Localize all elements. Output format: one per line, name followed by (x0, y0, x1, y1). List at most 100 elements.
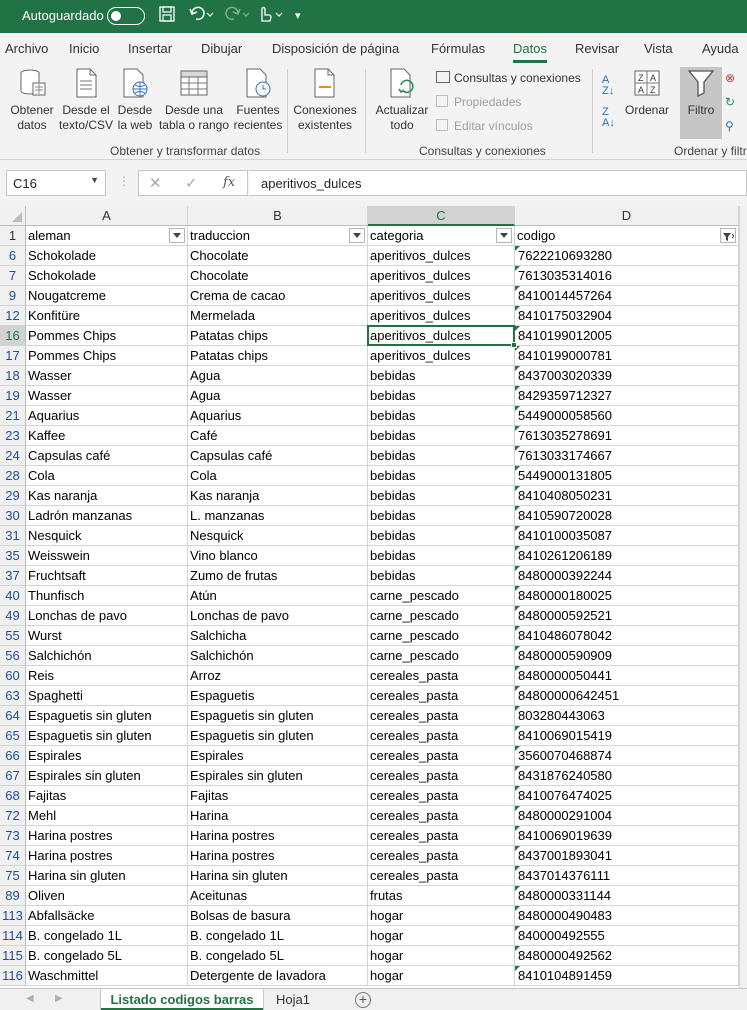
cell-codigo[interactable]: 8480000592521 (515, 606, 739, 626)
cell-aleman[interactable]: Harina postres (26, 846, 188, 866)
cell-categoria[interactable]: bebidas (368, 386, 515, 406)
cell-codigo[interactable]: 8410261206189 (515, 546, 739, 566)
cell-traduccion[interactable]: Aquarius (188, 406, 368, 426)
next-sheet-icon[interactable]: ▶ (55, 993, 63, 1004)
cell-categoria[interactable]: hogar (368, 926, 515, 946)
sheet-tab-listado[interactable]: Listado codigos barras (101, 989, 263, 1010)
cell-aleman[interactable]: Espaguetis sin gluten (26, 726, 188, 746)
filter-active-icon[interactable] (720, 228, 736, 243)
tab-revisar[interactable]: Revisar (575, 41, 619, 56)
row-number[interactable]: 40 (0, 586, 26, 606)
cell-categoria[interactable]: carne_pescado (368, 646, 515, 666)
cell-codigo[interactable]: 8437001893041 (515, 846, 739, 866)
cell-traduccion[interactable]: Chocolate (188, 246, 368, 266)
cell-aleman[interactable]: Fruchtsaft (26, 566, 188, 586)
cell-traduccion[interactable]: Cola (188, 466, 368, 486)
sheet-tab-hoja1[interactable]: Hoja1 (265, 989, 321, 1010)
sort-button[interactable]: ZAAZ Ordenar (624, 67, 670, 118)
tab-datos[interactable]: Datos (513, 41, 547, 63)
tab-inicio[interactable]: Inicio (69, 41, 99, 56)
tab-archivo[interactable]: Archivo (5, 41, 48, 56)
recent-sources-button[interactable]: Fuentes recientes (232, 67, 284, 133)
cell-codigo[interactable]: 5449000131805 (515, 466, 739, 486)
cell-codigo[interactable]: 8410069015419 (515, 726, 739, 746)
cell-codigo[interactable]: 803280443063 (515, 706, 739, 726)
row-number[interactable]: 19 (0, 386, 26, 406)
filter-dropdown-icon[interactable] (349, 228, 365, 243)
row-number[interactable]: 116 (0, 966, 26, 986)
cell-categoria[interactable]: bebidas (368, 406, 515, 426)
cell-traduccion[interactable]: Salchicha (188, 626, 368, 646)
header-cell-codigo[interactable]: codigo (515, 226, 739, 246)
tab-vista[interactable]: Vista (644, 41, 673, 56)
cell-aleman[interactable]: Capsulas café (26, 446, 188, 466)
sort-az-icon[interactable]: A Z↓ (602, 75, 614, 97)
cell-categoria[interactable]: cereales_pasta (368, 786, 515, 806)
from-table-button[interactable]: Desde una tabla o rango (157, 67, 231, 133)
cell-categoria[interactable]: cereales_pasta (368, 706, 515, 726)
row-number[interactable]: 66 (0, 746, 26, 766)
vertical-scrollbar[interactable] (739, 206, 747, 988)
filter-dropdown-icon[interactable] (169, 228, 185, 243)
cell-traduccion[interactable]: L. manzanas (188, 506, 368, 526)
cell-traduccion[interactable]: Kas naranja (188, 486, 368, 506)
cell-codigo[interactable]: 8480000180025 (515, 586, 739, 606)
cell-aleman[interactable]: Espaguetis sin gluten (26, 706, 188, 726)
cell-codigo[interactable]: 8410199000781 (515, 346, 739, 366)
cell-aleman[interactable]: B. congelado 1L (26, 926, 188, 946)
row-number[interactable]: 35 (0, 546, 26, 566)
cell-categoria[interactable]: carne_pescado (368, 626, 515, 646)
row-number[interactable]: 37 (0, 566, 26, 586)
cell-aleman[interactable]: Thunfisch (26, 586, 188, 606)
cell-codigo[interactable]: 8480000331144 (515, 886, 739, 906)
from-text-button[interactable]: Desde el texto/CSV (58, 67, 114, 133)
cell-codigo[interactable]: 8480000590909 (515, 646, 739, 666)
touch-mode-icon[interactable] (256, 5, 284, 30)
cell-aleman[interactable]: Pommes Chips (26, 346, 188, 366)
row-number[interactable]: 89 (0, 886, 26, 906)
row-number[interactable]: 12 (0, 306, 26, 326)
cell-aleman[interactable]: Wasser (26, 386, 188, 406)
row-number[interactable]: 75 (0, 866, 26, 886)
cell-aleman[interactable]: Harina sin gluten (26, 866, 188, 886)
cell-aleman[interactable]: B. congelado 5L (26, 946, 188, 966)
insert-function-icon[interactable]: fx (223, 175, 235, 190)
save-icon[interactable] (158, 5, 176, 30)
autosave-toggle[interactable] (107, 7, 145, 25)
tab-ayuda[interactable]: Ayuda (702, 41, 739, 56)
cell-traduccion[interactable]: Patatas chips (188, 346, 368, 366)
cell-categoria[interactable]: bebidas (368, 506, 515, 526)
cell-categoria[interactable]: bebidas (368, 466, 515, 486)
row-number[interactable]: 30 (0, 506, 26, 526)
cell-aleman[interactable]: Wasser (26, 366, 188, 386)
cell-categoria[interactable]: aperitivos_dulces (368, 246, 515, 266)
row-number[interactable]: 74 (0, 846, 26, 866)
row-number[interactable]: 18 (0, 366, 26, 386)
row-number[interactable]: 68 (0, 786, 26, 806)
tab-dibujar[interactable]: Dibujar (201, 41, 242, 56)
cell-aleman[interactable]: Schokolade (26, 246, 188, 266)
row-number[interactable]: 31 (0, 526, 26, 546)
cell-aleman[interactable]: Reis (26, 666, 188, 686)
cell-codigo[interactable]: 8431876240580 (515, 766, 739, 786)
prev-sheet-icon[interactable]: ◀ (26, 993, 34, 1004)
cell-categoria[interactable]: cereales_pasta (368, 826, 515, 846)
cell-traduccion[interactable]: Harina postres (188, 846, 368, 866)
advanced-filter-icon[interactable]: ⚲ (725, 119, 734, 133)
cell-codigo[interactable]: 8410408050231 (515, 486, 739, 506)
queries-connections-button[interactable]: Consultas y conexiones (436, 71, 581, 85)
cell-aleman[interactable]: Cola (26, 466, 188, 486)
cell-categoria[interactable]: hogar (368, 966, 515, 986)
cell-categoria[interactable]: cereales_pasta (368, 766, 515, 786)
cell-traduccion[interactable]: B. congelado 1L (188, 926, 368, 946)
cell-categoria[interactable]: bebidas (368, 446, 515, 466)
cell-codigo[interactable]: 8437003020339 (515, 366, 739, 386)
cell-categoria[interactable]: hogar (368, 946, 515, 966)
row-number[interactable]: 65 (0, 726, 26, 746)
cell-aleman[interactable]: Ladrón manzanas (26, 506, 188, 526)
cell-aleman[interactable]: Lonchas de pavo (26, 606, 188, 626)
cell-codigo[interactable]: 7613035314016 (515, 266, 739, 286)
cell-aleman[interactable]: Weisswein (26, 546, 188, 566)
column-header-c[interactable]: C (368, 206, 515, 226)
cell-aleman[interactable]: Wurst (26, 626, 188, 646)
